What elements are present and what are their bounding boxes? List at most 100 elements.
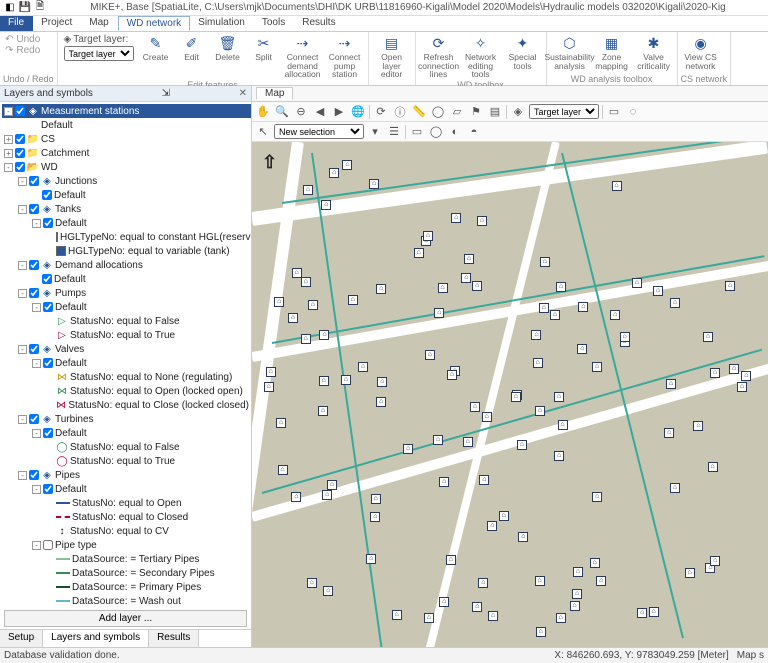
demand-node[interactable]: ⌂ [610, 310, 620, 320]
demand-node[interactable]: ⌂ [710, 556, 720, 566]
poly-tool-icon[interactable]: ▱ [449, 104, 465, 120]
hand-icon[interactable]: ✋ [255, 104, 271, 120]
list-icon[interactable]: ☰ [386, 124, 402, 140]
demand-node[interactable]: ⌂ [433, 435, 443, 445]
demand-node[interactable]: ⌂ [554, 392, 564, 402]
network-edit-button[interactable]: ✧Network editing tools [461, 33, 501, 80]
demand-node[interactable]: ⌂ [649, 607, 659, 617]
demand-node[interactable]: ⌂ [556, 613, 566, 623]
demand-node[interactable]: ⌂ [377, 377, 387, 387]
demand-node[interactable]: ⌂ [578, 302, 588, 312]
valve-criticality-button[interactable]: ✱Valve criticality [634, 33, 674, 71]
demand-node[interactable]: ⌂ [632, 278, 642, 288]
demand-node[interactable]: ⌂ [438, 283, 448, 293]
demand-node[interactable]: ⌂ [572, 589, 582, 599]
demand-node[interactable]: ⌂ [479, 475, 489, 485]
demand-node[interactable]: ⌂ [301, 277, 311, 287]
demand-node[interactable]: ⌂ [392, 610, 402, 620]
contrast-icon[interactable]: ◐ [447, 124, 463, 140]
demand-node[interactable]: ⌂ [664, 428, 674, 438]
layer-checkbox[interactable] [15, 106, 25, 116]
tab-file[interactable]: File [0, 16, 33, 31]
demand-node[interactable]: ⌂ [301, 334, 311, 344]
refresh-map-icon[interactable]: ⟳ [373, 104, 389, 120]
expand-icon[interactable]: - [4, 163, 13, 172]
split-button[interactable]: ✂Split [247, 33, 281, 63]
demand-node[interactable]: ⌂ [366, 554, 376, 564]
demand-node[interactable]: ⌂ [653, 286, 663, 296]
demand-node[interactable]: ⌂ [371, 494, 381, 504]
tab-map[interactable]: Map [81, 16, 117, 31]
demand-node[interactable]: ⌂ [477, 216, 487, 226]
demand-node[interactable]: ⌂ [434, 308, 444, 318]
demand-node[interactable]: ⌂ [708, 462, 718, 472]
new-icon[interactable]: 🗎 [34, 2, 46, 14]
measure-icon[interactable]: 📏 [411, 104, 427, 120]
demand-node[interactable]: ⌂ [424, 613, 434, 623]
tab-simulation[interactable]: Simulation [190, 16, 254, 31]
layer-tree[interactable]: -◈Measurement stations Default +📁CS +📁Ca… [0, 102, 251, 608]
oval-icon[interactable]: ◯ [428, 124, 444, 140]
demand-node[interactable]: ⌂ [558, 420, 568, 430]
redo-button[interactable]: ↷Redo [5, 45, 40, 56]
lasso-icon[interactable]: ◌ [625, 104, 641, 120]
demand-node[interactable]: ⌂ [425, 350, 435, 360]
demand-node[interactable]: ⌂ [327, 480, 337, 490]
demand-node[interactable]: ⌂ [322, 490, 332, 500]
demand-node[interactable]: ⌂ [464, 254, 474, 264]
demand-node[interactable]: ⌂ [531, 330, 541, 340]
demand-node[interactable]: ⌂ [556, 282, 566, 292]
target-layer-select[interactable]: Target layer [64, 46, 134, 61]
forward-icon[interactable]: ▶ [331, 104, 347, 120]
demand-node[interactable]: ⌂ [291, 492, 301, 502]
map-tab[interactable]: Map [256, 87, 293, 100]
expand-icon[interactable]: - [4, 107, 13, 116]
demand-node[interactable]: ⌂ [511, 392, 521, 402]
demand-node[interactable]: ⌂ [533, 358, 543, 368]
demand-node[interactable]: ⌂ [693, 421, 703, 431]
demand-node[interactable]: ⌂ [472, 602, 482, 612]
demand-node[interactable]: ⌂ [329, 168, 339, 178]
circle-tool-icon[interactable]: ◯ [430, 104, 446, 120]
demand-node[interactable]: ⌂ [321, 200, 331, 210]
globe-icon[interactable]: 🌐 [350, 104, 366, 120]
demand-node[interactable]: ⌂ [590, 558, 600, 568]
demand-node[interactable]: ⌂ [596, 576, 606, 586]
sustainability-button[interactable]: ⬡Sustainability analysis [550, 33, 590, 71]
zoom-out-icon[interactable]: ⊖ [293, 104, 309, 120]
tab-project[interactable]: Project [33, 16, 81, 31]
demand-node[interactable]: ⌂ [447, 370, 457, 380]
demand-node[interactable]: ⌂ [472, 281, 482, 291]
demand-node[interactable]: ⌂ [342, 160, 352, 170]
demand-node[interactable]: ⌂ [517, 440, 527, 450]
demand-node[interactable]: ⌂ [318, 406, 328, 416]
demand-node[interactable]: ⌂ [451, 213, 461, 223]
demand-node[interactable]: ⌂ [266, 367, 276, 377]
back-icon[interactable]: ◀ [312, 104, 328, 120]
demand-node[interactable]: ⌂ [319, 330, 329, 340]
demand-node[interactable]: ⌂ [540, 257, 550, 267]
demand-node[interactable]: ⌂ [439, 597, 449, 607]
rect-icon[interactable]: ▭ [409, 124, 425, 140]
demand-node[interactable]: ⌂ [423, 231, 433, 241]
connect-pump-button[interactable]: ⇢Connect pump station [325, 33, 365, 80]
demand-node[interactable]: ⌂ [370, 512, 380, 522]
demand-node[interactable]: ⌂ [487, 521, 497, 531]
expand-icon[interactable]: + [4, 149, 13, 158]
demand-node[interactable]: ⌂ [274, 297, 284, 307]
view-cs-button[interactable]: ◉View CS network [681, 33, 721, 71]
zoom-in-icon[interactable]: 🔍 [274, 104, 290, 120]
edit-button[interactable]: ✐Edit [175, 33, 209, 63]
special-tools-button[interactable]: ✦Special tools [503, 33, 543, 71]
demand-node[interactable]: ⌂ [264, 382, 274, 392]
table-icon[interactable]: ▤ [487, 104, 503, 120]
demand-node[interactable]: ⌂ [737, 382, 747, 392]
flag-icon[interactable]: ⚑ [468, 104, 484, 120]
demand-node[interactable]: ⌂ [369, 179, 379, 189]
demand-node[interactable]: ⌂ [703, 332, 713, 342]
save-icon[interactable]: 💾 [19, 2, 31, 14]
tab-results[interactable]: Results [294, 16, 344, 31]
pane-close-icon[interactable]: ✕ [239, 88, 247, 99]
demand-node[interactable]: ⌂ [592, 492, 602, 502]
demand-node[interactable]: ⌂ [535, 406, 545, 416]
